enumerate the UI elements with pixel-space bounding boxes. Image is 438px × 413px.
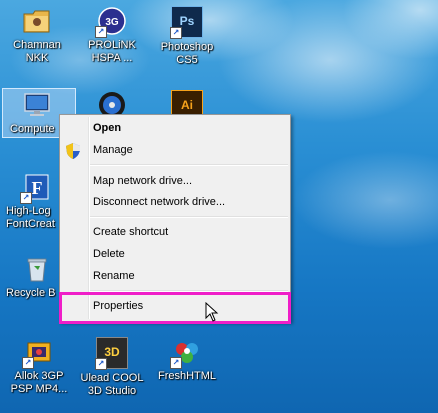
mouse-pointer-icon [205, 302, 219, 322]
svg-text:F: F [32, 178, 43, 198]
video-film-icon: ↗ [22, 337, 54, 369]
uac-shield-icon [66, 143, 80, 159]
menu-item-rename[interactable]: Rename [93, 266, 135, 286]
desktop-icon-label: Chamnan NKK [13, 39, 61, 64]
menu-item-delete[interactable]: Delete [93, 244, 125, 264]
shortcut-arrow-icon: ↗ [95, 358, 107, 370]
desktop-icon-label: FreshHTML [157, 370, 217, 382]
desktop-icon-allok[interactable]: ↗ Allok 3GP PSP MP4... [2, 333, 76, 396]
shortcut-arrow-icon: ↗ [22, 357, 34, 369]
shortcut-arrow-icon: ↗ [170, 357, 182, 369]
desktop-icon-label: Allok 3GP PSP MP4... [10, 370, 68, 395]
desktop-icon-prolink[interactable]: 3G ↗ PROLiNK HSPA ... [75, 2, 149, 65]
menu-gutter [88, 117, 90, 319]
properties-highlight-box [59, 292, 291, 324]
menu-item-open[interactable]: Open [93, 118, 121, 138]
desktop-icon-label: Ulead COOL 3D Studio [80, 372, 144, 397]
menu-item-manage[interactable]: Manage [93, 140, 133, 160]
computer-monitor-icon [22, 90, 52, 120]
menu-item-create-shortcut[interactable]: Create shortcut [93, 222, 168, 242]
desktop-icon-label: PROLiNK HSPA ... [88, 39, 136, 64]
menu-separator [90, 164, 288, 166]
ulead-3d-icon: 3D ↗ [95, 337, 128, 370]
folder-icon [22, 6, 52, 36]
svg-text:3G: 3G [105, 17, 119, 28]
shortcut-arrow-icon: ↗ [95, 26, 107, 38]
context-menu: Open Manage Map network drive... Disconn… [59, 114, 291, 322]
freshhtml-icon: ↗ [170, 337, 202, 369]
desktop-icon-chamnan[interactable]: Chamnan NKK [0, 2, 74, 65]
recycle-bin-icon [22, 254, 52, 284]
font-creator-icon: F ↗ [20, 172, 52, 204]
desktop-icon-freshhtml[interactable]: ↗ FreshHTML [150, 333, 224, 383]
desktop-icon-label: Photoshop CS5 [160, 41, 214, 66]
prolink-3g-icon: 3G ↗ [95, 6, 127, 38]
menu-item-map-network-drive[interactable]: Map network drive... [93, 171, 192, 191]
menu-item-disconnect-network-drive[interactable]: Disconnect network drive... [93, 192, 225, 212]
desktop-icon-ulead[interactable]: 3D ↗ Ulead COOL 3D Studio [75, 333, 149, 398]
photoshop-icon: Ps ↗ [170, 6, 203, 39]
menu-separator [90, 216, 288, 218]
desktop-icon-photoshop[interactable]: Ps ↗ Photoshop CS5 [150, 2, 224, 67]
shortcut-arrow-icon: ↗ [20, 192, 32, 204]
shortcut-arrow-icon: ↗ [170, 27, 182, 39]
